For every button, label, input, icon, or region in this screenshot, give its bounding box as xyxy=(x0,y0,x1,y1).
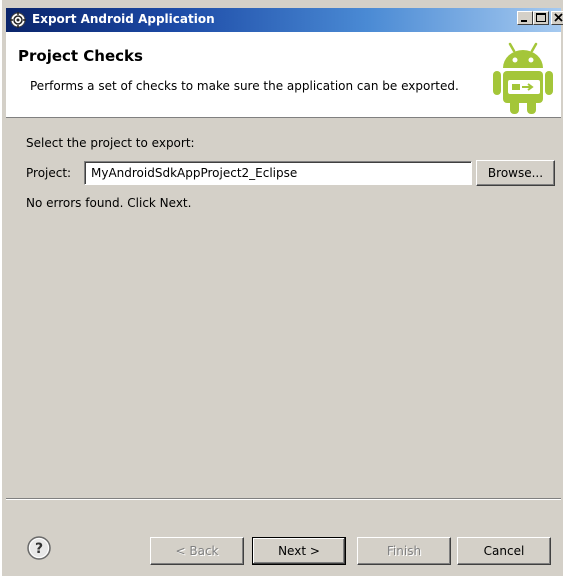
back-button[interactable]: < Back xyxy=(150,537,244,565)
button-bar: ? < Back Next > Finish Cancel xyxy=(6,498,561,577)
svg-text:?: ? xyxy=(35,541,43,557)
project-label: Project: xyxy=(26,166,72,180)
page-title: Project Checks xyxy=(18,47,143,65)
close-button[interactable] xyxy=(551,11,563,25)
cancel-button[interactable]: Cancel xyxy=(457,537,551,565)
window-title: Export Android Application xyxy=(32,12,215,26)
wizard-header: Project Checks Performs a set of checks … xyxy=(6,32,561,118)
eclipse-gear-icon xyxy=(9,11,27,29)
browse-button[interactable]: Browse... xyxy=(476,160,555,186)
help-icon[interactable]: ? xyxy=(26,535,52,561)
maximize-icon xyxy=(536,13,546,22)
select-project-label: Select the project to export: xyxy=(26,136,195,150)
export-dialog: Export Android Application Project Check… xyxy=(2,0,563,576)
android-logo-icon xyxy=(490,40,556,119)
status-message: No errors found. Click Next. xyxy=(26,196,192,210)
maximize-button[interactable] xyxy=(533,11,549,25)
finish-button[interactable]: Finish xyxy=(357,537,451,565)
next-button[interactable]: Next > xyxy=(252,537,346,565)
minimize-button[interactable] xyxy=(517,11,533,25)
page-description: Performs a set of checks to make sure th… xyxy=(30,79,459,93)
close-icon xyxy=(554,13,563,22)
title-bar[interactable]: Export Android Application xyxy=(6,8,563,32)
minimize-icon xyxy=(521,20,527,22)
project-field[interactable] xyxy=(84,161,472,185)
wizard-content: Select the project to export: Project: B… xyxy=(6,118,561,498)
